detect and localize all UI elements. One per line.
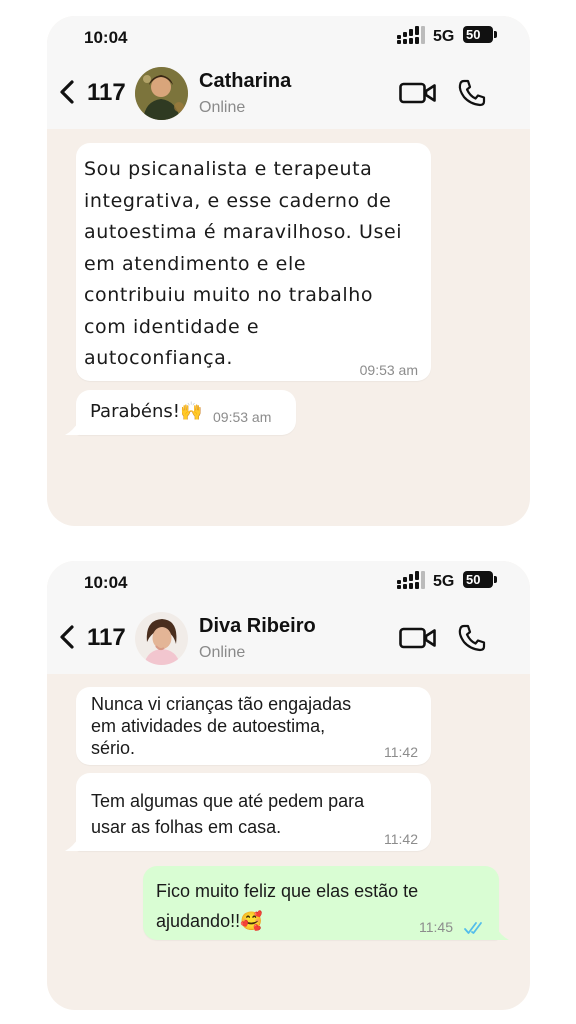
message-time: 11:42	[384, 744, 418, 760]
signal-strength-icon	[397, 571, 425, 589]
message-time: 11:45	[419, 919, 453, 935]
message-text: Nunca vi crianças tão engajadas em ativi…	[91, 694, 352, 758]
message-time: 09:53 am	[359, 362, 418, 378]
message-text: Sou psicanalista e terapeuta integrativa…	[84, 158, 403, 369]
chat-header: 10:04 5G 50 117 Catharina Online	[47, 16, 530, 129]
bubble-tail	[65, 837, 79, 851]
contact-name[interactable]: Diva Ribeiro	[199, 615, 316, 638]
chat-screenshot-diva-ribeiro: 10:04 5G 50 117 Diva Ribeiro Online Nunc…	[47, 561, 530, 1010]
message-text: Fico muito feliz que elas estão te ajuda…	[156, 881, 419, 931]
network-type: 5G	[433, 573, 455, 590]
battery-icon: 50	[463, 571, 497, 588]
bubble-tail	[65, 421, 79, 435]
phone-call-icon[interactable]	[457, 78, 487, 108]
battery-level: 50	[466, 27, 481, 42]
message-bubble-incoming[interactable]: Tem algumas que até pedem para usar as f…	[76, 773, 431, 851]
avatar[interactable]	[135, 612, 188, 665]
chat-screenshot-catharina: 10:04 5G 50 117 Catharina Online Sou psi…	[47, 16, 530, 526]
bubble-tail	[495, 926, 509, 940]
signal-strength-icon	[397, 26, 425, 44]
phone-call-icon[interactable]	[457, 623, 487, 653]
back-arrow-icon[interactable]	[57, 624, 77, 650]
battery-level: 50	[466, 572, 481, 587]
message-time: 11:42	[384, 831, 418, 847]
message-time: 09:53 am	[213, 409, 272, 425]
message-bubble-incoming[interactable]: Parabéns!🙌 09:53 am	[76, 390, 296, 435]
contact-name[interactable]: Catharina	[199, 70, 291, 93]
message-bubble-outgoing[interactable]: Fico muito feliz que elas estão te ajuda…	[143, 866, 499, 940]
network-type: 5G	[433, 28, 455, 45]
unread-count[interactable]: 117	[87, 79, 126, 107]
back-arrow-icon[interactable]	[57, 79, 77, 105]
unread-count[interactable]: 117	[87, 624, 126, 652]
read-receipt-icon	[464, 922, 482, 934]
status-time: 10:04	[84, 573, 128, 592]
message-bubble-incoming[interactable]: Nunca vi crianças tão engajadas em ativi…	[76, 687, 431, 765]
contact-status: Online	[199, 99, 246, 116]
chat-header: 10:04 5G 50 117 Diva Ribeiro Online	[47, 561, 530, 674]
video-call-icon[interactable]	[399, 82, 437, 104]
contact-status: Online	[199, 644, 246, 661]
status-time: 10:04	[84, 28, 128, 47]
video-call-icon[interactable]	[399, 627, 437, 649]
battery-icon: 50	[463, 26, 497, 43]
message-bubble-incoming[interactable]: Sou psicanalista e terapeuta integrativa…	[76, 143, 431, 381]
message-text: Parabéns!🙌	[90, 401, 203, 422]
avatar[interactable]	[135, 67, 188, 120]
message-text: Tem algumas que até pedem para usar as f…	[91, 791, 365, 837]
